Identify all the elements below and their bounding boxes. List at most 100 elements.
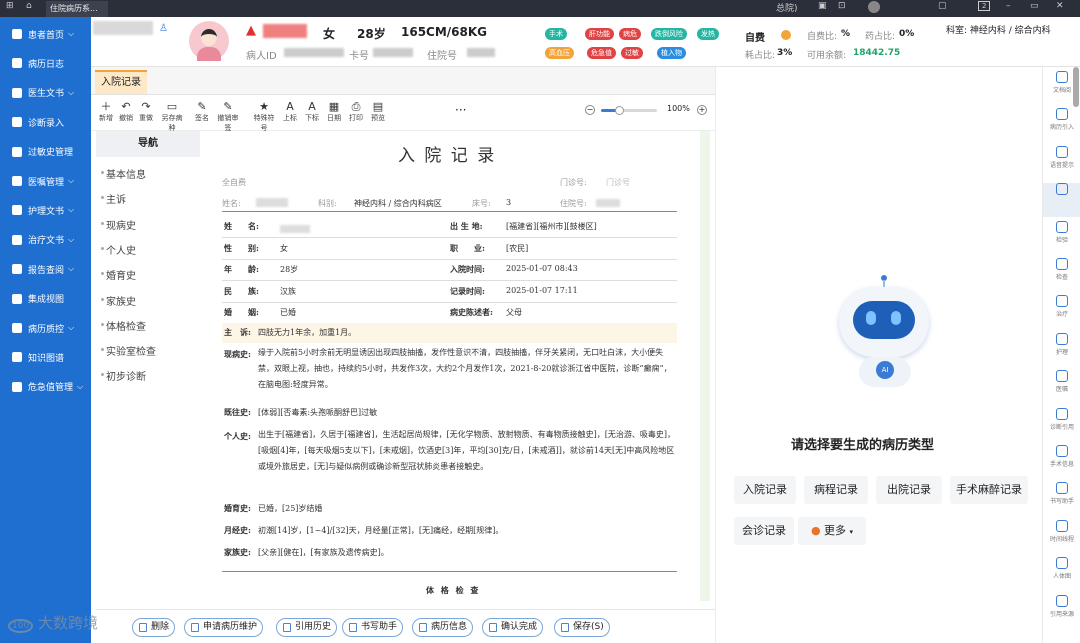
action-button-0[interactable]: 删除 — [132, 618, 176, 637]
toolbar-tool-4[interactable]: ✎ 签名 — [189, 100, 215, 123]
patient-tag[interactable]: 病危 — [619, 28, 641, 40]
nav-item[interactable]: 实验室检查 — [101, 343, 156, 358]
window-tab[interactable]: 住院病历系... — [46, 1, 108, 17]
sidebar-item-1[interactable]: 病历日志 — [0, 51, 91, 75]
chief-complaint-text[interactable]: 四肢无力1年余，加重1月。 — [258, 327, 356, 338]
tab-admission-record[interactable]: 入院记录 — [95, 70, 147, 94]
zoom-out-icon[interactable]: − — [585, 105, 595, 115]
patient-tag[interactable]: 高血压 — [545, 47, 574, 59]
side-tool-3[interactable] — [1043, 183, 1080, 218]
patient-tag[interactable]: 跌倒风险 — [651, 28, 687, 40]
patient-tag[interactable]: 过敏 — [621, 47, 643, 59]
document-scrollbar[interactable] — [700, 131, 710, 601]
home-icon[interactable]: ⌂ — [26, 1, 32, 11]
minimize-icon[interactable]: – — [1006, 1, 1011, 11]
nav-item[interactable]: 个人史 — [101, 242, 136, 257]
sidebar-item-8[interactable]: 报告查阅 ⌵ — [0, 257, 91, 281]
side-tool-7[interactable]: 护理 — [1043, 332, 1080, 356]
user-icon[interactable]: ♙ — [159, 23, 168, 34]
field-value[interactable]: [农民] — [506, 243, 528, 254]
side-tool-6[interactable]: 治疗 — [1043, 295, 1080, 318]
close-icon[interactable]: ✕ — [1056, 1, 1064, 11]
patient-tag[interactable]: 发热 — [697, 28, 719, 40]
side-tool-11[interactable]: 书写助手 — [1043, 482, 1080, 505]
menstrual-history-text[interactable]: 初潮[14]岁，[1~4]/[32]天，月经量[正常]，[无]痛经，经期[规律]… — [258, 525, 503, 536]
sidebar-item-3[interactable]: 诊断录入 — [0, 110, 91, 134]
side-tool-8[interactable]: 医嘱 — [1043, 370, 1080, 393]
sidebar-item-12[interactable]: 危急值管理 ⌵ — [0, 375, 91, 399]
toolbar-tool-5[interactable]: ✎ 撤销审签 — [215, 100, 241, 133]
action-button-5[interactable]: 确认完成 — [482, 618, 544, 637]
field-value[interactable]: 2025-01-07 08:43 — [506, 264, 578, 273]
field-value[interactable]: 已婚 — [280, 307, 296, 318]
patient-tag[interactable]: 手术 — [545, 28, 567, 40]
side-tool-2[interactable]: 语音提示 — [1043, 145, 1080, 169]
nav-item[interactable]: 体格检查 — [101, 318, 146, 333]
maximize-icon[interactable]: ▭ — [1030, 1, 1039, 11]
side-tool-0[interactable]: 文档阅 — [1043, 71, 1080, 94]
sidebar-item-10[interactable]: 病历质控 ⌵ — [0, 316, 91, 340]
sidebar-item-9[interactable]: 集成视图 — [0, 287, 91, 311]
nav-item[interactable]: 家族史 — [101, 293, 136, 308]
side-tool-5[interactable]: 检查 — [1043, 258, 1080, 281]
toolbar-tool-3[interactable]: ▭ 另存病种 — [159, 100, 185, 133]
sidebar-item-2[interactable]: 医生文书 ⌵ — [0, 81, 91, 105]
more-tools-button[interactable]: ··· — [455, 103, 466, 117]
record-type-option[interactable]: 手术麻醉记录 — [950, 476, 1028, 504]
toolbar-tool-6[interactable]: ★ 特殊符号 — [251, 100, 277, 133]
avatar[interactable] — [868, 1, 880, 13]
field-value[interactable]: 28岁 — [280, 264, 298, 275]
field-value[interactable]: 2025-01-07 17:11 — [506, 286, 578, 295]
chart-icon[interactable]: ⊡ — [838, 1, 846, 11]
nav-item[interactable]: 基本信息 — [101, 166, 146, 181]
side-tool-9[interactable]: 诊断引用 — [1043, 407, 1080, 431]
more-record-types-button[interactable]: ● 更多 ▾ — [798, 517, 866, 545]
sidebar-item-4[interactable]: 过敏史管理 — [0, 140, 91, 164]
personal-history-text[interactable]: 出生于[福建省]，久居于[福建省]，生活起居尚规律，[无化学物质、放射物质、有毒… — [258, 427, 678, 475]
record-type-option[interactable]: 出院记录 — [876, 476, 942, 504]
action-button-6[interactable]: 保存(S) — [554, 618, 610, 637]
action-button-3[interactable]: 书写助手 — [342, 618, 404, 637]
record-type-option[interactable]: 会诊记录 — [734, 517, 794, 545]
toolbar-tool-11[interactable]: ▤ 预览 — [365, 100, 391, 123]
side-tool-12[interactable]: 时间线程 — [1043, 519, 1080, 543]
field-value[interactable]: 汉族 — [280, 286, 296, 297]
nav-item[interactable]: 婚育史 — [101, 267, 136, 282]
side-tool-10[interactable]: 手术信息 — [1043, 445, 1080, 468]
side-tool-1[interactable]: 病历引入 — [1043, 108, 1080, 131]
record-type-option[interactable]: 入院记录 — [734, 476, 796, 504]
field-value[interactable]: 女 — [280, 243, 288, 254]
zoom-slider[interactable] — [601, 106, 657, 115]
action-button-1[interactable]: 申请病历维护 — [184, 618, 264, 637]
past-history-text[interactable]: [体弱][否毒素:头孢哌酮舒巴]过敏 — [258, 407, 377, 418]
toolbar-tool-2[interactable]: ↷ 重做 — [133, 100, 159, 123]
lock-icon[interactable]: ▣ — [818, 1, 827, 11]
sidebar-item-11[interactable]: 知识图谱 — [0, 345, 91, 369]
field-value[interactable]: 父母 — [506, 307, 522, 318]
sidebar-item-6[interactable]: 护理文书 ⌵ — [0, 198, 91, 222]
side-tool-14[interactable]: 引用来源 — [1043, 594, 1080, 618]
sidebar-item-0[interactable]: 患者首页 ⌵ — [0, 22, 91, 46]
sidebar-item-5[interactable]: 医嘱管理 ⌵ — [0, 169, 91, 193]
family-history-text[interactable]: [父亲][健在]，[有家族及遗传病史]。 — [258, 547, 389, 558]
bell-icon[interactable]: ▢ — [938, 1, 947, 11]
patient-tag[interactable]: 肝功能 — [585, 28, 614, 40]
hpi-text[interactable]: 缘于入院前5小时余前无明显诱因出现四肢抽搐，发作性意识不清，四肢抽搐，伴牙关紧闭… — [258, 345, 678, 393]
marital-history-text[interactable]: 已婚，[25]岁结婚 — [258, 503, 322, 514]
nav-item[interactable]: 初步诊断 — [101, 368, 146, 383]
record-type-option[interactable]: 病程记录 — [804, 476, 868, 504]
nav-item[interactable]: 主诉 — [101, 191, 126, 206]
patient-tag[interactable]: 植入物 — [657, 47, 686, 59]
side-tool-4[interactable]: 检验 — [1043, 220, 1080, 244]
side-tool-13[interactable]: 人体图 — [1043, 557, 1080, 580]
sidebar-item-7[interactable]: 治疗文书 ⌵ — [0, 228, 91, 252]
card-redacted — [373, 48, 413, 57]
patient-tag[interactable]: 危急值 — [587, 47, 616, 59]
nav-item[interactable]: 现病史 — [101, 217, 136, 232]
action-button-2[interactable]: 引用历史 — [276, 618, 338, 637]
zoom-in-icon[interactable]: + — [697, 105, 707, 115]
field-value[interactable]: [福建省][福州市][鼓楼区] — [506, 221, 597, 232]
grid-icon[interactable]: ⊞ — [6, 1, 14, 11]
outpatient-value[interactable]: 门诊号 — [606, 177, 630, 188]
action-button-4[interactable]: 病历信息 — [412, 618, 474, 637]
